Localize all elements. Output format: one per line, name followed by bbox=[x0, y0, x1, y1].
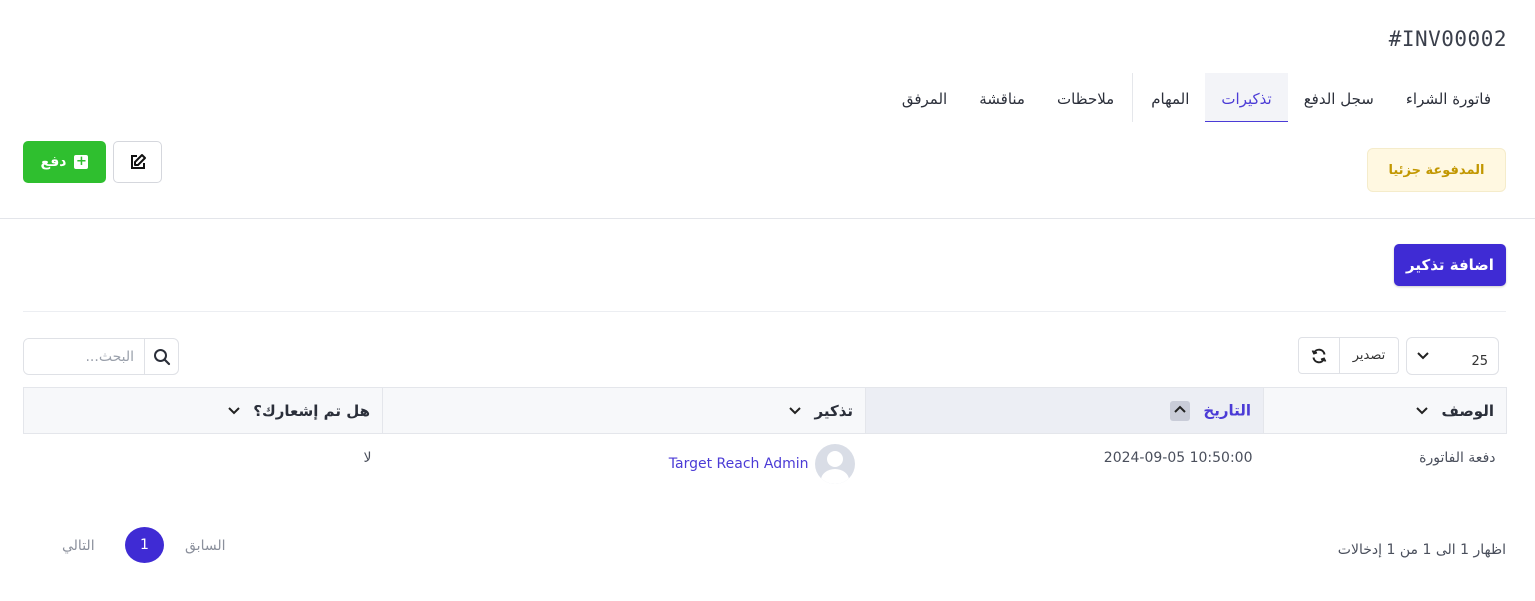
chevron-down-icon bbox=[1416, 407, 1428, 415]
cell-notified: لا bbox=[363, 450, 372, 466]
column-header-description-label: الوصف bbox=[1441, 401, 1494, 420]
chevron-down-icon bbox=[1417, 352, 1429, 360]
header-divider bbox=[0, 218, 1535, 219]
pay-button-label: دفع bbox=[40, 154, 67, 170]
pay-button[interactable]: دفع + bbox=[23, 141, 106, 183]
search-icon bbox=[153, 348, 170, 365]
edit-button[interactable] bbox=[113, 141, 162, 183]
tab-discussion[interactable]: مناقشة bbox=[963, 73, 1041, 122]
table-tools: تصدير bbox=[1298, 337, 1399, 374]
column-header-description[interactable]: الوصف bbox=[1263, 387, 1507, 434]
chevron-down-icon bbox=[228, 407, 240, 415]
tab-notes[interactable]: ملاحظات bbox=[1041, 73, 1130, 122]
column-header-date[interactable]: التاريخ bbox=[865, 387, 1264, 434]
tab-payment-history[interactable]: سجل الدفع bbox=[1288, 73, 1390, 122]
column-header-notified-label: هل تم إشعارك؟ bbox=[253, 401, 370, 420]
search-box bbox=[23, 338, 179, 375]
page-size-value: 25 bbox=[1471, 353, 1488, 369]
tab-tasks[interactable]: المهام bbox=[1135, 73, 1205, 122]
entries-info: اظهار 1 الى 1 من 1 إدخالات bbox=[1337, 542, 1506, 558]
tab-attachment[interactable]: المرفق bbox=[886, 73, 963, 122]
sort-ascending-icon bbox=[1170, 400, 1191, 421]
status-badge: المدفوعة جزئيا bbox=[1367, 148, 1506, 192]
chevron-down-icon bbox=[789, 407, 801, 415]
search-button[interactable] bbox=[145, 339, 178, 374]
cell-date: 2024-09-05 10:50:00 bbox=[1103, 450, 1253, 466]
column-header-notified[interactable]: هل تم إشعارك؟ bbox=[23, 387, 383, 434]
reminder-user-link[interactable]: Target Reach Admin bbox=[669, 456, 809, 472]
export-button[interactable]: تصدير bbox=[1340, 338, 1398, 373]
reminders-table: هل تم إشعارك؟ تذكير التاريخ الوصف لا Tar… bbox=[23, 387, 1507, 490]
pagination-next[interactable]: التالي bbox=[62, 538, 95, 554]
tab-purchase-invoice[interactable]: فاتورة الشراء bbox=[1390, 73, 1507, 122]
column-header-reminder[interactable]: تذكير bbox=[382, 387, 866, 434]
invoice-tabs: فاتورة الشراء سجل الدفع تذكيرات المهام م… bbox=[886, 73, 1507, 122]
table-row: لا Target Reach Admin 2024-09-05 10:50:0… bbox=[24, 434, 1507, 490]
tab-reminders[interactable]: تذكيرات bbox=[1205, 73, 1288, 122]
section-divider bbox=[23, 311, 1506, 312]
avatar bbox=[814, 444, 855, 484]
tab-divider bbox=[1132, 73, 1134, 122]
edit-icon bbox=[130, 154, 146, 169]
pagination-page-1[interactable]: 1 bbox=[125, 527, 164, 563]
invoice-number: #INV00002 bbox=[1388, 27, 1507, 51]
plus-icon: + bbox=[74, 154, 89, 169]
cell-description: دفعة الفاتورة bbox=[1419, 450, 1496, 466]
refresh-button[interactable] bbox=[1299, 338, 1340, 373]
pagination-previous[interactable]: السابق bbox=[185, 538, 225, 554]
cell-reminder: Target Reach Admin bbox=[383, 434, 866, 490]
column-header-date-label: التاريخ bbox=[1203, 401, 1251, 419]
search-input[interactable] bbox=[24, 339, 145, 374]
column-header-reminder-label: تذكير bbox=[814, 401, 853, 420]
refresh-icon bbox=[1311, 348, 1327, 363]
add-reminder-button[interactable]: اضافة تذكير bbox=[1394, 244, 1506, 286]
page-size-select[interactable]: 25 bbox=[1406, 337, 1499, 375]
